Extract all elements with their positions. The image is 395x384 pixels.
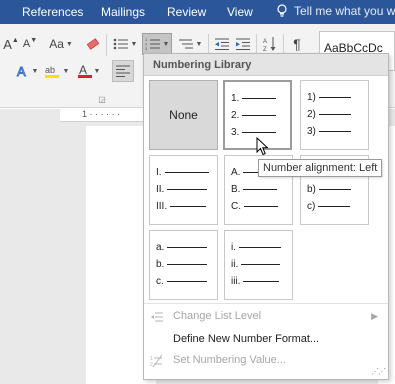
change-case-button[interactable]: Aa ▼ — [48, 34, 74, 54]
numbering-tile-decimal-paren[interactable]: 1) 2) 3) — [300, 80, 369, 150]
numbering-library-title: Numbering Library — [153, 59, 252, 71]
list-marker: II. — [156, 183, 165, 195]
tab-view[interactable]: View — [227, 5, 253, 19]
increase-indent-button[interactable] — [234, 34, 252, 54]
svg-text:Z: Z — [263, 47, 267, 52]
numbering-tile-lower-roman[interactable]: i. ii. iii. — [224, 230, 293, 300]
change-list-level-label: Change List Level — [173, 310, 262, 322]
list-marker: c. — [156, 275, 164, 287]
change-list-level-item[interactable]: Change List Level ▶ — [144, 307, 388, 327]
list-marker: III. — [156, 200, 168, 212]
define-new-number-format-label: Define New Number Format... — [173, 333, 320, 345]
numbering-tile-none[interactable]: None — [149, 80, 218, 150]
decrease-indent-button[interactable] — [213, 34, 231, 54]
list-marker: 2. — [231, 109, 240, 121]
sort-button[interactable]: AZ — [261, 34, 279, 54]
tab-references[interactable]: References — [22, 5, 83, 19]
grow-font-icon: A — [3, 36, 12, 52]
list-marker: iii. — [231, 275, 241, 287]
decrease-indent-icon — [215, 38, 229, 50]
numbering-tile-lower-alpha-period[interactable]: a. b. c. — [149, 230, 218, 300]
bullets-button[interactable]: ▼ — [112, 34, 138, 54]
list-marker: b) — [307, 183, 316, 195]
mouse-pointer-icon — [256, 137, 269, 156]
list-marker: A. — [231, 166, 241, 178]
tell-me-text: Tell me what you wan — [294, 4, 395, 18]
sort-icon: AZ — [263, 37, 276, 52]
dropdown-divider — [144, 303, 388, 304]
svg-text:A: A — [17, 64, 26, 78]
set-numbering-value-label: Set Numbering Value... — [173, 354, 286, 366]
font-color-icon: A — [77, 63, 92, 78]
text-effects-icon: A — [16, 64, 26, 78]
lightbulb-icon — [277, 4, 287, 17]
list-marker: ii. — [231, 258, 239, 270]
pilcrow-icon: ¶ — [293, 36, 301, 52]
tell-me-box[interactable]: Tell me what you wan — [276, 4, 395, 18]
shrink-font-icon: A — [22, 38, 31, 50]
list-marker: 1) — [307, 91, 316, 103]
set-numbering-value-item[interactable]: 12 Set Numbering Value... — [144, 351, 388, 371]
list-marker: 3. — [231, 126, 240, 138]
tab-review[interactable]: Review — [167, 5, 206, 19]
highlighter-icon: ab — [44, 65, 59, 78]
submenu-arrow-icon: ▶ — [371, 311, 378, 321]
clear-formatting-button[interactable] — [84, 34, 102, 54]
numbering-icon: 123 — [145, 37, 160, 51]
svg-text:A: A — [79, 63, 87, 77]
svg-text:ab: ab — [45, 65, 55, 75]
define-new-number-format-item[interactable]: Define New Number Format... — [144, 330, 388, 350]
highlight-color-button[interactable]: ab ▼ — [44, 61, 70, 81]
multilevel-list-icon — [178, 39, 193, 49]
numbering-tile-upper-roman[interactable]: I. II. III. — [149, 155, 218, 225]
numbering-button[interactable]: 123 ▼ — [142, 33, 172, 55]
list-marker: B. — [231, 183, 241, 195]
ruler-ticks: 1 · · · · · · — [82, 109, 120, 119]
list-marker: 1. — [231, 92, 240, 104]
font-dialog-launcher-icon[interactable]: ◲ — [97, 94, 107, 104]
grow-font-button[interactable]: A ▲ — [3, 34, 19, 54]
text-effects-button[interactable]: A ▼ — [14, 61, 40, 81]
ribbon-tab-bar: References Mailings Review View Tell me … — [0, 0, 395, 24]
horizontal-ruler: 1 · · · · · · — [60, 108, 150, 122]
shrink-font-button[interactable]: A ▼ — [22, 34, 38, 54]
list-marker: b. — [156, 258, 165, 270]
list-marker: 2) — [307, 108, 316, 120]
show-hide-marks-button[interactable]: ¶ — [288, 34, 306, 54]
list-marker: c) — [307, 200, 316, 212]
change-list-level-icon — [151, 312, 163, 322]
list-marker: i. — [231, 241, 236, 253]
svg-text:A: A — [263, 39, 267, 45]
numbering-library-header: Numbering Library — [144, 54, 388, 76]
change-case-icon: Aa — [49, 37, 64, 51]
align-left-icon — [116, 65, 130, 77]
multilevel-list-button[interactable]: ▼ — [176, 34, 204, 54]
tab-mailings[interactable]: Mailings — [101, 5, 145, 19]
align-left-button[interactable] — [112, 60, 134, 82]
list-marker: I. — [156, 166, 162, 178]
list-marker: C. — [231, 200, 241, 212]
increase-indent-icon — [236, 38, 250, 50]
svg-text:3: 3 — [145, 46, 148, 51]
number-alignment-tooltip: Number alignment: Left — [258, 159, 383, 177]
numbering-library-dropdown: Numbering Library None 1. 2. 3. 1) 2) 3)… — [143, 53, 389, 380]
list-marker: a. — [156, 241, 165, 253]
resize-grip-icon[interactable]: ⋰⋰ — [371, 367, 386, 376]
bullets-icon — [113, 38, 128, 50]
numbering-none-label: None — [169, 108, 198, 122]
list-marker: 3) — [307, 125, 316, 137]
eraser-icon — [86, 38, 100, 50]
svg-text:2: 2 — [150, 362, 153, 368]
set-numbering-value-icon: 12 — [150, 354, 163, 368]
font-color-button[interactable]: A ▼ — [76, 61, 102, 81]
